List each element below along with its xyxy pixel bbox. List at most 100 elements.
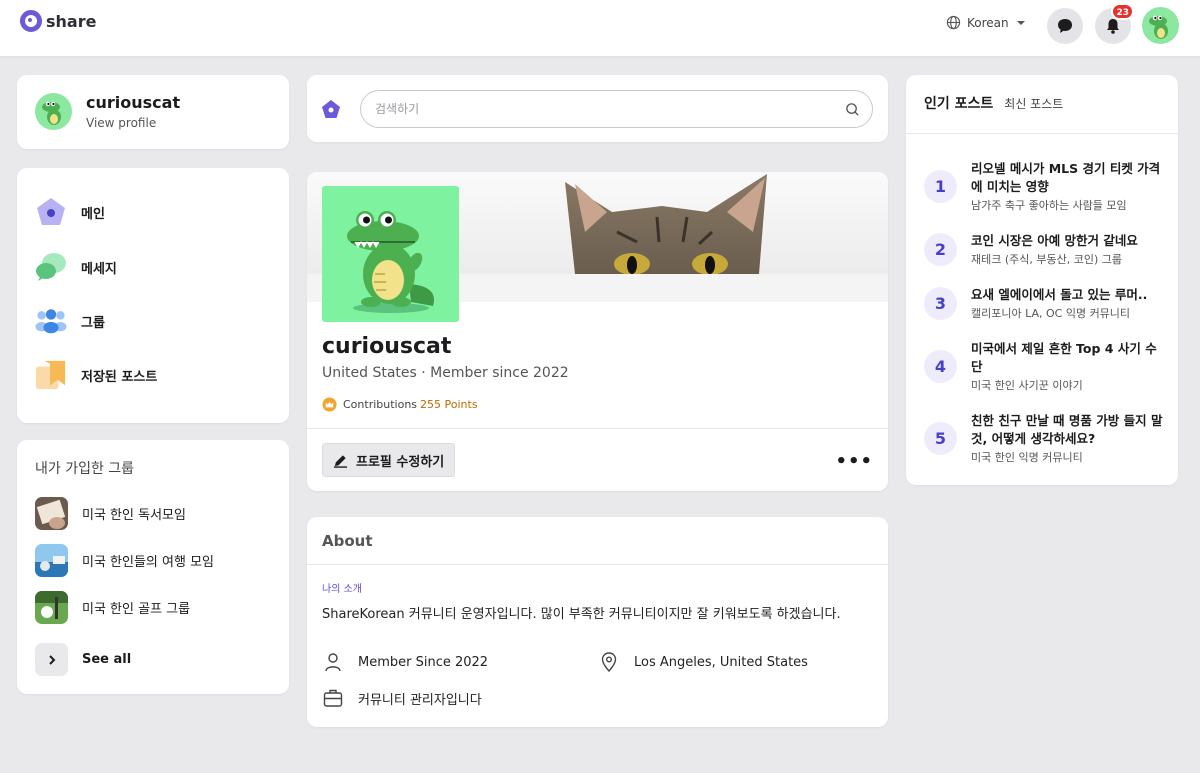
nav-item-groups[interactable]: 그룹 bbox=[35, 305, 105, 337]
saved-posts-icon bbox=[35, 359, 67, 391]
contributions-label: Contributions bbox=[343, 398, 418, 411]
nav-label-groups: 그룹 bbox=[81, 315, 105, 331]
main-navigation: 메인 메세지 그룹 저장된 포스트 bbox=[17, 168, 289, 423]
messages-button[interactable] bbox=[1047, 8, 1083, 44]
post-group: 캘리포니아 LA, OC 익명 커뮤니티 bbox=[971, 307, 1131, 320]
home-pentagon-icon[interactable] bbox=[321, 99, 341, 119]
profile-divider bbox=[307, 428, 888, 429]
briefcase-icon bbox=[323, 689, 343, 707]
see-all-label: See all bbox=[82, 652, 132, 667]
group-name: 미국 한인 독서모임 bbox=[82, 508, 186, 523]
contributions-points: 255 Points bbox=[420, 398, 478, 411]
trending-posts-card: 인기 포스트 최신 포스트 1 리오넬 메시가 MLS 경기 티켓 가격에 미치… bbox=[906, 75, 1178, 485]
person-icon bbox=[325, 653, 341, 672]
tab-popular-posts[interactable]: 인기 포스트 bbox=[924, 93, 993, 113]
post-title: 요새 엘에이에서 돌고 있는 루머.. bbox=[971, 287, 1148, 302]
rank-number: 5 bbox=[924, 422, 957, 455]
contributions: Contributions 255 Points bbox=[322, 397, 478, 412]
rank-number: 1 bbox=[924, 170, 957, 203]
post-title: 코인 시장은 아예 망한거 같네요 bbox=[971, 233, 1138, 248]
crocodile-avatar-icon bbox=[41, 101, 61, 125]
group-name: 미국 한인들의 여행 모임 bbox=[82, 555, 214, 570]
header-avatar[interactable] bbox=[1142, 7, 1179, 44]
globe-icon bbox=[946, 15, 961, 30]
language-selector[interactable]: Korean bbox=[946, 15, 1027, 30]
group-item[interactable]: 미국 한인 골프 그룹 bbox=[35, 591, 190, 624]
logo-mark-icon bbox=[20, 10, 42, 32]
rank-number: 2 bbox=[924, 233, 957, 266]
rank-number: 4 bbox=[924, 350, 957, 383]
intro-label: 나의 소개 bbox=[322, 584, 362, 595]
group-thumbnail bbox=[35, 497, 68, 530]
top-bar: share Korean 23 bbox=[0, 0, 1200, 56]
chat-icon bbox=[1058, 19, 1072, 33]
role-info: 커뮤니티 관리자입니다 bbox=[322, 687, 482, 709]
nav-item-saved-posts[interactable]: 저장된 포스트 bbox=[35, 359, 157, 391]
group-item[interactable]: 미국 한인들의 여행 모임 bbox=[35, 544, 214, 577]
nav-label-saved-posts: 저장된 포스트 bbox=[81, 369, 158, 385]
user-avatar bbox=[35, 93, 72, 130]
profile-picture[interactable] bbox=[322, 186, 459, 322]
nav-item-main[interactable]: 메인 bbox=[35, 196, 105, 228]
trending-post-item[interactable]: 3 요새 엘에이에서 돌고 있는 루머.. 캘리포니아 LA, OC 익명 커뮤… bbox=[924, 286, 1164, 321]
post-group: 미국 한인 사기꾼 이야기 bbox=[971, 379, 1083, 392]
post-title: 리오넬 메시가 MLS 경기 티켓 가격에 미치는 영향 bbox=[971, 161, 1161, 194]
logo-text: share bbox=[46, 11, 97, 31]
location-pin-icon bbox=[601, 652, 617, 673]
role-text: 커뮤니티 관리자입니다 bbox=[358, 692, 482, 708]
trending-post-item[interactable]: 1 리오넬 메시가 MLS 경기 티켓 가격에 미치는 영향 남가주 축구 좋아… bbox=[924, 160, 1164, 213]
nav-label-main: 메인 bbox=[81, 206, 105, 222]
trending-post-item[interactable]: 4 미국에서 제일 흔한 Top 4 사기 수단 미국 한인 사기꾼 이야기 bbox=[924, 340, 1164, 393]
my-groups-heading: 내가 가입한 그룹 bbox=[35, 461, 135, 477]
notifications-button[interactable]: 23 bbox=[1095, 3, 1134, 44]
home-pentagon-icon bbox=[35, 196, 67, 228]
language-label: Korean bbox=[967, 15, 1009, 30]
post-tabs: 인기 포스트 최신 포스트 bbox=[924, 93, 1063, 113]
search-icon[interactable] bbox=[845, 102, 860, 117]
profile-card: curiouscat United States · Member since … bbox=[307, 172, 888, 491]
chat-bubbles-icon bbox=[35, 251, 67, 283]
group-item[interactable]: 미국 한인 독서모임 bbox=[35, 497, 186, 530]
search-input[interactable] bbox=[375, 91, 835, 127]
crocodile-avatar-icon bbox=[1148, 15, 1168, 39]
post-group: 남가주 축구 좋아하는 사람들 모임 bbox=[971, 199, 1127, 212]
tab-latest-posts[interactable]: 최신 포스트 bbox=[1004, 95, 1063, 112]
rank-number: 3 bbox=[924, 287, 957, 320]
post-group: 미국 한인 익명 커뮤니티 bbox=[971, 451, 1083, 464]
trending-post-item[interactable]: 2 코인 시장은 아예 망한거 같네요 재테크 (주식, 부동산, 코인) 그룹 bbox=[924, 232, 1164, 267]
chevron-right-icon bbox=[35, 643, 68, 676]
people-group-icon bbox=[35, 305, 67, 337]
user-name: curiouscat bbox=[86, 93, 181, 112]
search-card bbox=[307, 75, 888, 142]
more-options-icon[interactable]: ••• bbox=[835, 451, 873, 472]
location-text: Los Angeles, United States bbox=[634, 654, 808, 670]
edit-profile-label: 프로필 수정하기 bbox=[356, 454, 445, 470]
about-divider bbox=[307, 564, 888, 565]
post-title: 친한 친구 만날 때 명품 가방 들지 말것, 어떻게 생각하세요? bbox=[971, 413, 1163, 446]
logo[interactable]: share bbox=[20, 10, 96, 32]
user-summary-card[interactable]: curiouscat View profile bbox=[17, 75, 289, 149]
nav-item-messages[interactable]: 메세지 bbox=[35, 251, 117, 283]
trending-post-item[interactable]: 5 친한 친구 만날 때 명품 가방 들지 말것, 어떻게 생각하세요? 미국 … bbox=[924, 412, 1164, 465]
my-groups-card: 내가 가입한 그룹 미국 한인 독서모임 미국 한인들의 여행 모임 미국 한인… bbox=[17, 440, 289, 694]
nav-label-messages: 메세지 bbox=[81, 261, 117, 277]
pencil-icon bbox=[333, 454, 348, 468]
intro-text: ShareKorean 커뮤니티 운영자입니다. 많이 부족한 커뮤니티이지만 … bbox=[322, 607, 841, 622]
about-card: About 나의 소개 ShareKorean 커뮤니티 운영자입니다. 많이 … bbox=[307, 517, 888, 727]
trending-divider bbox=[906, 133, 1178, 134]
see-all-groups[interactable]: See all bbox=[35, 643, 131, 676]
group-name: 미국 한인 골프 그룹 bbox=[82, 602, 191, 617]
notification-count-badge: 23 bbox=[1111, 3, 1134, 20]
about-title: About bbox=[322, 532, 373, 550]
view-profile-link[interactable]: View profile bbox=[86, 116, 156, 130]
location-info: Los Angeles, United States bbox=[598, 651, 808, 673]
crown-badge-icon bbox=[322, 397, 337, 412]
post-title: 미국에서 제일 흔한 Top 4 사기 수단 bbox=[971, 341, 1157, 374]
post-group: 재테크 (주식, 부동산, 코인) 그룹 bbox=[971, 253, 1123, 266]
member-since-info: Member Since 2022 bbox=[322, 651, 488, 673]
group-thumbnail bbox=[35, 544, 68, 577]
edit-profile-button[interactable]: 프로필 수정하기 bbox=[322, 443, 456, 477]
search-box bbox=[360, 90, 873, 128]
group-thumbnail bbox=[35, 591, 68, 624]
caret-down-icon bbox=[1016, 20, 1025, 25]
